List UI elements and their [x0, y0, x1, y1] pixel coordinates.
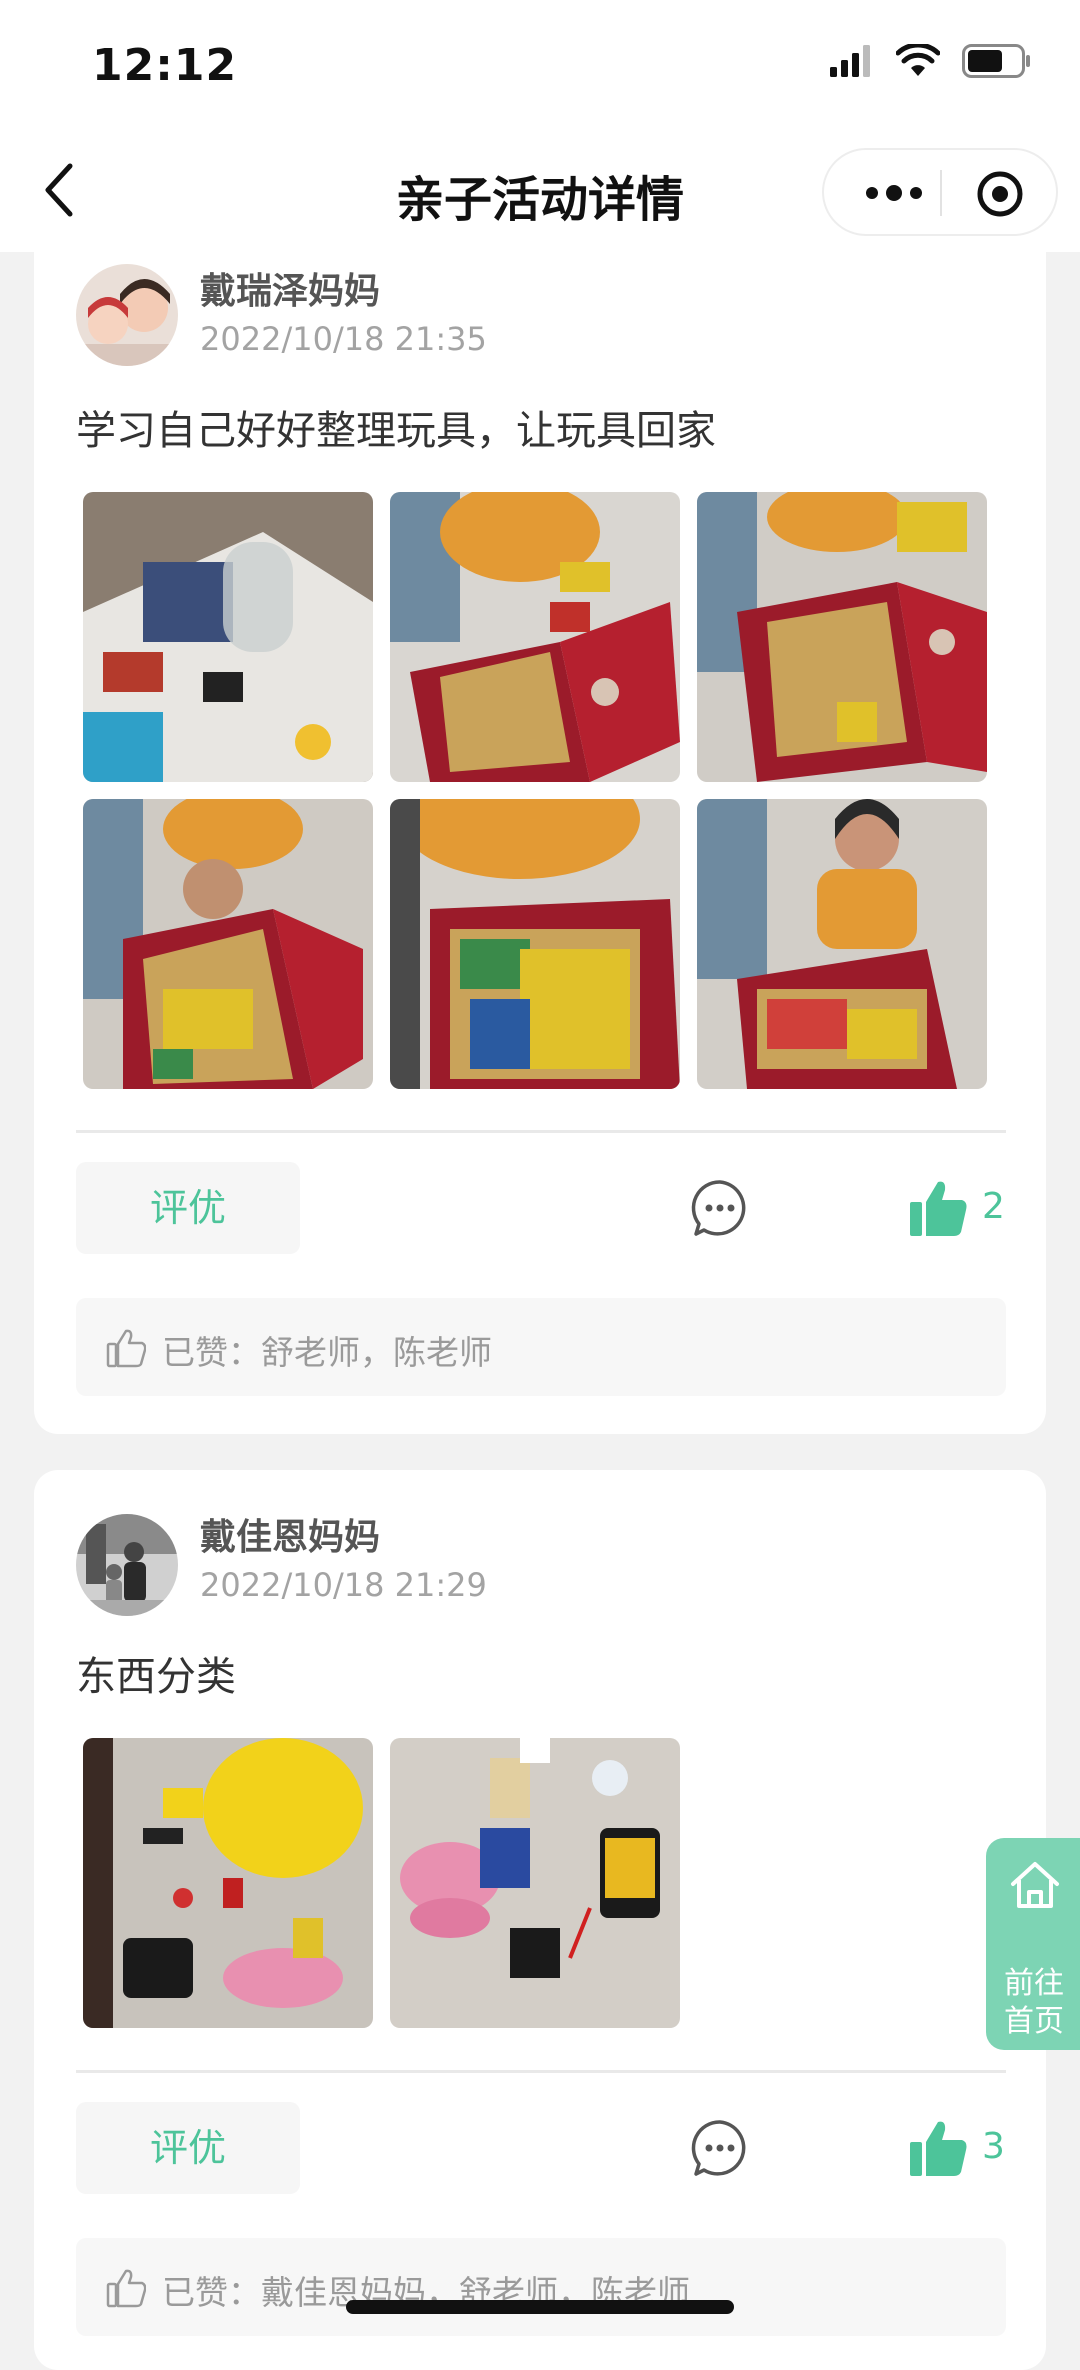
home-indicator: [346, 2300, 734, 2314]
post-photo[interactable]: [390, 1738, 680, 2028]
status-time: 12:12: [92, 40, 238, 91]
post-time: 2022/10/18 21:35: [200, 320, 487, 358]
post-photo[interactable]: [83, 799, 373, 1089]
post-photo[interactable]: [390, 492, 680, 782]
thumbs-up-icon[interactable]: [908, 1178, 970, 1238]
close-target-icon[interactable]: [976, 170, 1024, 218]
go-home-button[interactable]: 前往 首页: [986, 1838, 1080, 2050]
avatar[interactable]: [76, 264, 178, 366]
rate-button[interactable]: 评优: [76, 1162, 300, 1254]
liked-by-bar: 已赞：舒老师，陈老师: [76, 1298, 1006, 1396]
thumbs-up-outline-icon: [106, 2269, 146, 2308]
comment-icon[interactable]: [690, 1178, 750, 1238]
comment-icon[interactable]: [690, 2118, 750, 2178]
like-count: 2: [982, 1186, 1005, 1227]
thumbs-up-icon[interactable]: [908, 2118, 970, 2178]
post-photo[interactable]: [390, 799, 680, 1089]
thumbs-up-outline-icon: [106, 1329, 146, 1368]
liked-by-bar: 已赞：戴佳恩妈妈，舒老师，陈老师: [76, 2238, 1006, 2336]
post-photo[interactable]: [83, 1738, 373, 2028]
poster-name: 戴佳恩妈妈: [200, 1517, 381, 1558]
post-text: 学习自己好好整理玩具，让玩具回家: [76, 408, 716, 454]
post-divider: [76, 1130, 1006, 1133]
capsule-divider: [940, 170, 942, 216]
avatar[interactable]: [76, 1514, 178, 1616]
liked-by-text: 已赞：舒老师，陈老师: [162, 1333, 492, 1372]
battery-icon: [962, 44, 1030, 78]
rate-button[interactable]: 评优: [76, 2102, 300, 2194]
go-home-label-2: 首页: [1004, 2004, 1064, 2039]
post-time: 2022/10/18 21:29: [200, 1566, 487, 1604]
mini-program-capsule: [822, 148, 1058, 236]
like-count: 3: [982, 2126, 1005, 2167]
home-icon: [1011, 1862, 1059, 1908]
status-icons: [830, 44, 1032, 78]
poster-name: 戴瑞泽妈妈: [200, 271, 381, 312]
post-divider: [76, 2070, 1006, 2073]
more-icon[interactable]: [854, 168, 934, 218]
post-card: 戴瑞泽妈妈 2022/10/18 21:35 学习自己好好整理玩具，让玩具回家: [34, 200, 1046, 1434]
post-photo[interactable]: [697, 799, 987, 1089]
post-text: 东西分类: [76, 1654, 236, 1700]
post-card: 戴佳恩妈妈 2022/10/18 21:29 东西分类 评优 3 已赞：戴佳恩妈…: [34, 1470, 1046, 2370]
post-photo[interactable]: [697, 492, 987, 782]
signal-icon: [830, 45, 870, 77]
post-photo[interactable]: [83, 492, 373, 782]
wifi-icon: [896, 44, 940, 76]
top-bar: 12:12 亲子活动详情: [0, 0, 1080, 252]
